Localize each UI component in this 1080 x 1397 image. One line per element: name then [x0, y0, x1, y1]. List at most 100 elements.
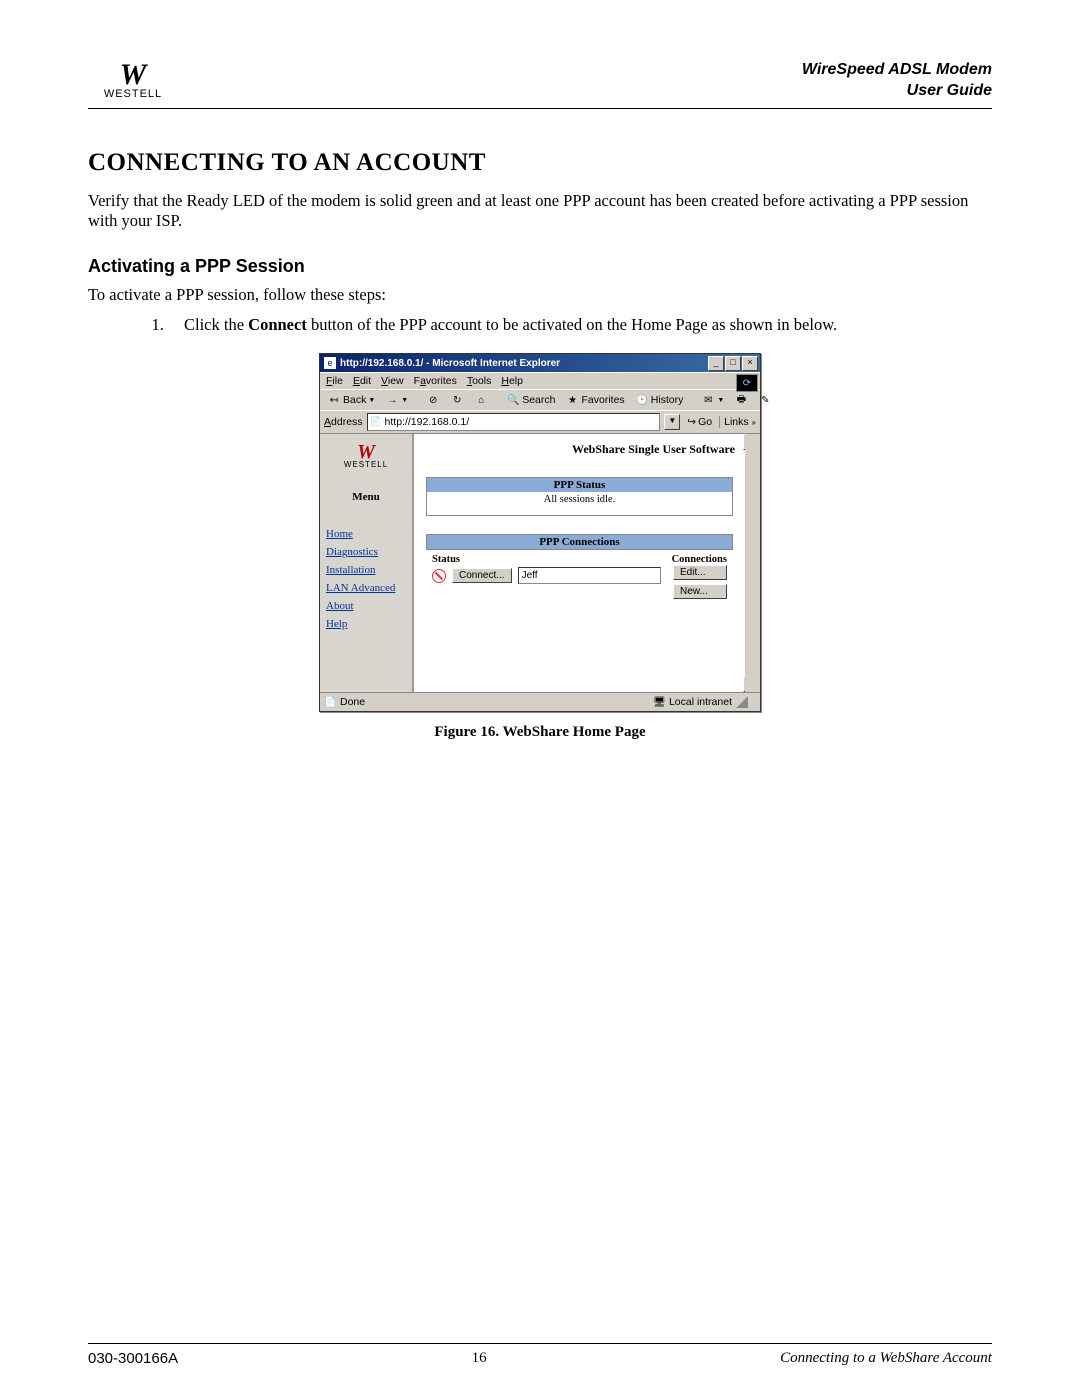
favorites-icon: ★: [566, 393, 580, 407]
print-icon: 🖶: [734, 393, 748, 407]
page-icon: 📄: [370, 416, 382, 428]
status-zone-text: Local intranet: [669, 696, 732, 708]
figure-caption: Figure 16. WebShare Home Page: [88, 724, 992, 741]
ie-icon: e: [324, 357, 336, 369]
intro-paragraph: Verify that the Ready LED of the modem i…: [88, 191, 992, 232]
document-footer: 030-300166A 16 Connecting to a WebShare …: [88, 1343, 992, 1367]
links-button[interactable]: Links »: [719, 416, 756, 428]
menu-file[interactable]: File: [326, 375, 343, 387]
menu-view[interactable]: View: [381, 375, 404, 387]
toolbar: ↤Back ▼ →▼ ⊘ ↻ ⌂ 🔍Search ★Favorites 🕑His…: [320, 389, 760, 410]
sidebar-logo-text: WESTELL: [328, 460, 404, 469]
browser-viewport: W WESTELL Menu Home Diagnostics Installa…: [320, 433, 760, 692]
header-product-title: WireSpeed ADSL Modem User Guide: [802, 60, 992, 102]
zone-icon: 🖥: [653, 696, 665, 708]
mail-icon: ✉: [701, 393, 715, 407]
step-1-suffix: button of the PPP account to be activate…: [307, 315, 837, 334]
address-value: http://192.168.0.1/: [385, 416, 470, 428]
footer-section-name: Connecting to a WebShare Account: [780, 1350, 992, 1367]
go-icon: ↪: [687, 416, 696, 428]
menu-edit[interactable]: Edit: [353, 375, 371, 387]
home-button[interactable]: ⌂: [471, 392, 491, 408]
search-icon: 🔍: [506, 393, 520, 407]
refresh-icon: ↻: [450, 393, 464, 407]
header-line2: User Guide: [907, 82, 992, 99]
address-dropdown-button[interactable]: ▼: [664, 414, 680, 430]
status-disconnected-icon: [432, 569, 446, 583]
menubar: File Edit View Favorites Tools Help ⟳: [320, 372, 760, 389]
scroll-up-button[interactable]: ▲: [743, 434, 759, 450]
software-title: WebShare Single User Software: [414, 434, 745, 477]
connection-row: Connect... Jeff: [426, 567, 667, 584]
close-button[interactable]: ×: [742, 356, 758, 371]
logo-block: W WESTELL: [88, 61, 178, 100]
mail-button[interactable]: ✉▼: [698, 392, 727, 408]
history-icon: 🕑: [635, 393, 649, 407]
sidebar-logo: W WESTELL: [320, 434, 412, 473]
sidebar-item-diagnostics[interactable]: Diagnostics: [326, 546, 406, 558]
forward-arrow-icon: →: [385, 393, 399, 407]
logo-mark: W: [120, 61, 147, 88]
ppp-status-header: PPP Status: [427, 478, 732, 492]
statusbar: 📄 Done 🖥 Local intranet: [320, 692, 760, 711]
stop-icon: ⊘: [426, 393, 440, 407]
step-1: Click the Connect button of the PPP acco…: [168, 315, 992, 335]
screenshot-window: e http://192.168.0.1/ - Microsoft Intern…: [319, 353, 761, 712]
address-label: Address: [324, 416, 363, 428]
edit-page-button[interactable]: ✎: [755, 392, 775, 408]
menu-favorites[interactable]: Favorites: [414, 375, 457, 387]
new-button[interactable]: New...: [673, 584, 727, 599]
step-1-bold: Connect: [248, 315, 307, 334]
connect-button[interactable]: Connect...: [452, 568, 512, 583]
forward-button[interactable]: →▼: [382, 392, 411, 408]
footer-page-number: 16: [472, 1350, 487, 1367]
connection-name-input[interactable]: Jeff: [518, 567, 661, 584]
titlebar-text: http://192.168.0.1/ - Microsoft Internet…: [340, 358, 560, 369]
refresh-button[interactable]: ↻: [447, 392, 467, 408]
search-button[interactable]: 🔍Search: [503, 392, 558, 408]
section-title: Activating a PPP Session: [88, 256, 992, 277]
step-1-prefix: Click the: [184, 315, 248, 334]
edit-button[interactable]: Edit...: [673, 565, 727, 580]
page-sidebar: W WESTELL Menu Home Diagnostics Installa…: [320, 434, 414, 692]
titlebar: e http://192.168.0.1/ - Microsoft Intern…: [320, 354, 760, 372]
section-intro: To activate a PPP session, follow these …: [88, 285, 992, 306]
ppp-connections-block: PPP Connections Status Connections Conne…: [426, 534, 733, 599]
ppp-connections-header: PPP Connections: [426, 534, 733, 550]
sidebar-item-lan-advanced[interactable]: LAN Advanced: [326, 582, 406, 594]
steps-list: Click the Connect button of the PPP acco…: [128, 315, 992, 335]
stop-button[interactable]: ⊘: [423, 392, 443, 408]
back-button[interactable]: ↤Back ▼: [324, 392, 378, 408]
home-icon: ⌂: [474, 393, 488, 407]
sidebar-logo-mark: W: [328, 444, 404, 460]
sidebar-item-about[interactable]: About: [326, 600, 406, 612]
footer-doc-number: 030-300166A: [88, 1350, 178, 1367]
favorites-button[interactable]: ★Favorites: [563, 392, 628, 408]
status-done-text: Done: [340, 696, 365, 708]
address-input[interactable]: 📄 http://192.168.0.1/: [367, 413, 661, 431]
sidebar-item-help[interactable]: Help: [326, 618, 406, 630]
maximize-button[interactable]: □: [725, 356, 741, 371]
sidebar-item-installation[interactable]: Installation: [326, 564, 406, 576]
minimize-button[interactable]: _: [708, 356, 724, 371]
menu-tools[interactable]: Tools: [467, 375, 492, 387]
resize-grip-icon: [736, 696, 748, 708]
sidebar-menu-heading: Menu: [320, 491, 412, 503]
back-arrow-icon: ↤: [327, 393, 341, 407]
chapter-title: CONNECTING TO AN ACCOUNT: [88, 149, 992, 177]
address-bar: Address 📄 http://192.168.0.1/ ▼ ↪Go Link…: [320, 410, 760, 433]
done-icon: 📄: [324, 696, 336, 708]
menu-help[interactable]: Help: [501, 375, 523, 387]
dropdown-icon: ▼: [401, 397, 408, 404]
ppp-status-table: PPP Status All sessions idle.: [426, 477, 733, 516]
header-line1: WireSpeed ADSL Modem: [802, 61, 992, 78]
connection-action-buttons: Edit... New...: [667, 565, 733, 599]
scroll-down-button[interactable]: ▼: [743, 676, 759, 692]
history-button[interactable]: 🕑History: [632, 392, 687, 408]
print-button[interactable]: 🖶: [731, 392, 751, 408]
sidebar-item-home[interactable]: Home: [326, 528, 406, 540]
go-button[interactable]: ↪Go: [684, 416, 715, 428]
logo-brand-text: WESTELL: [104, 88, 162, 100]
col-status: Status: [432, 554, 460, 565]
page-content-main: ▲ ▼ WebShare Single User Software PPP St…: [414, 434, 760, 692]
